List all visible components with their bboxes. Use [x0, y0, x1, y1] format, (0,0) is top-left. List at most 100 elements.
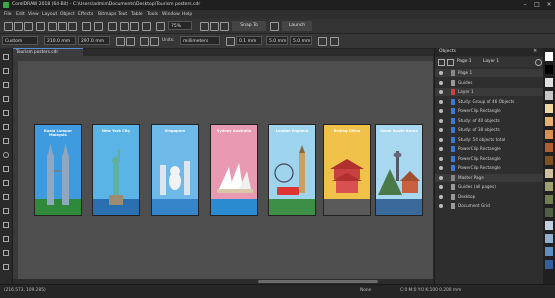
palette-swatch[interactable]	[545, 195, 553, 204]
scrollbar-thumb[interactable]	[258, 280, 378, 283]
poster-namsan-tower[interactable]: Seoul South Korea	[375, 124, 423, 216]
page-height-field[interactable]: 297.0 mm	[78, 36, 110, 45]
menu-text[interactable]: Text	[118, 12, 127, 17]
object-row[interactable]: Guides	[435, 79, 544, 87]
pick-tool-icon[interactable]	[3, 54, 9, 60]
menu-tools[interactable]: Tools	[147, 12, 158, 17]
minimize-icon[interactable]: –	[520, 1, 530, 9]
zoom-level-field[interactable]: 75%	[168, 21, 192, 30]
export-icon[interactable]	[130, 22, 139, 31]
poster-big-ben[interactable]: London England	[268, 124, 316, 216]
page-width-field[interactable]: 210.0 mm	[44, 36, 76, 45]
object-row[interactable]: Guides (all pages)	[435, 183, 544, 191]
object-group-row[interactable]: Page 1	[435, 69, 544, 77]
palette-swatch[interactable]	[545, 260, 553, 269]
layer-manager-icon[interactable]	[438, 59, 445, 66]
nudge-distance-field[interactable]: 0.1 mm	[236, 36, 262, 45]
artistic-media-icon[interactable]	[3, 124, 9, 130]
object-row[interactable]: Desktop	[435, 193, 544, 201]
poster-twin-towers[interactable]: Kuala Lumpur Malaysia	[34, 124, 82, 216]
units-select[interactable]: millimeters	[180, 36, 220, 45]
menu-object[interactable]: Object	[60, 12, 75, 17]
cut-icon[interactable]	[48, 22, 57, 31]
outline-indicator[interactable]: C:0 M:0 Y:0 K:100 0.200 mm	[400, 288, 461, 293]
palette-swatch[interactable]	[545, 247, 553, 256]
palette-swatch[interactable]	[545, 221, 553, 230]
visibility-eye-icon[interactable]	[439, 118, 443, 123]
visibility-eye-icon[interactable]	[439, 137, 443, 142]
docker-options-gear-icon[interactable]	[535, 59, 542, 66]
palette-swatch[interactable]	[545, 91, 553, 100]
parallel-dimension-icon[interactable]	[3, 194, 9, 200]
landscape-icon[interactable]	[126, 37, 135, 46]
maximize-icon[interactable]: □	[532, 1, 542, 9]
visibility-eye-icon[interactable]	[439, 147, 443, 151]
fill-indicator[interactable]: None	[360, 288, 371, 293]
connector-tool-icon[interactable]	[3, 208, 9, 214]
show-guidelines-icon[interactable]	[220, 22, 229, 31]
visibility-eye-icon[interactable]	[439, 109, 443, 113]
import-icon[interactable]	[120, 22, 129, 31]
show-grid-icon[interactable]	[210, 22, 219, 31]
palette-swatch[interactable]	[545, 78, 553, 87]
menu-help[interactable]: Help	[182, 12, 192, 17]
object-row[interactable]: PowerClip Rectangle	[435, 155, 544, 163]
print-icon[interactable]	[36, 22, 45, 31]
palette-swatch[interactable]	[545, 130, 553, 139]
snap-to-dropdown[interactable]: Snap To	[232, 21, 266, 31]
palette-swatch[interactable]	[545, 234, 553, 243]
publish-pdf-icon[interactable]	[142, 22, 151, 31]
poster-statue-of-liberty[interactable]: New York City	[92, 124, 140, 216]
palette-swatch[interactable]	[545, 52, 553, 61]
object-row[interactable]: PowerClip Rectangle	[435, 145, 544, 153]
menu-layout[interactable]: Layout	[42, 12, 57, 17]
object-row[interactable]: Study: of 38 objects	[435, 126, 544, 134]
object-group-row[interactable]: Master Page	[435, 173, 544, 182]
menu-file[interactable]: File	[4, 12, 12, 17]
page-size-select[interactable]: Custom	[2, 36, 38, 45]
redo-icon[interactable]	[94, 22, 103, 31]
poster-temple[interactable]: Beijing China	[323, 124, 371, 216]
object-row[interactable]: PowerClip Rectangle	[435, 164, 544, 172]
drop-shadow-icon[interactable]	[3, 222, 9, 228]
undo-icon[interactable]	[82, 22, 91, 31]
text-tool-icon[interactable]	[3, 180, 9, 186]
ellipse-tool-icon[interactable]	[3, 152, 9, 158]
visibility-eye-icon[interactable]	[439, 185, 443, 189]
freehand-tool-icon[interactable]	[3, 110, 9, 116]
palette-swatch[interactable]	[545, 117, 553, 126]
interactive-fill-icon[interactable]	[3, 264, 9, 270]
palette-swatch[interactable]	[545, 208, 553, 217]
visibility-eye-icon[interactable]	[439, 204, 443, 208]
visibility-eye-icon[interactable]	[439, 80, 443, 85]
shape-tool-icon[interactable]	[3, 68, 9, 74]
object-row[interactable]: Study: 54 objects total	[435, 136, 544, 144]
transparency-tool-icon[interactable]	[3, 236, 9, 242]
rectangle-tool-icon[interactable]	[3, 138, 9, 144]
menu-bitmaps[interactable]: Bitmaps	[98, 12, 116, 17]
polygon-tool-icon[interactable]	[3, 166, 9, 172]
poster-opera-house[interactable]: Sydney Australia	[210, 124, 258, 216]
object-row[interactable]: PowerClip Rectangle	[435, 107, 544, 115]
menu-view[interactable]: View	[28, 12, 39, 17]
object-row[interactable]: Study: of 40 objects	[435, 117, 544, 125]
all-pages-icon[interactable]	[140, 37, 149, 46]
palette-swatch[interactable]	[545, 65, 553, 74]
visibility-eye-icon[interactable]	[439, 128, 443, 132]
poster-merlion[interactable]: Singapore	[151, 124, 199, 216]
palette-swatch[interactable]	[545, 156, 553, 165]
menu-effects[interactable]: Effects	[78, 12, 93, 17]
search-content-icon[interactable]	[108, 22, 117, 31]
visibility-eye-icon[interactable]	[439, 166, 443, 170]
duplicate-y-field[interactable]: 5.0 mm	[290, 36, 312, 45]
menu-edit[interactable]: Edit	[16, 12, 25, 17]
duplicate-x-field[interactable]: 5.0 mm	[266, 36, 288, 45]
launch-dropdown[interactable]: Launch	[282, 21, 312, 31]
paste-icon[interactable]	[68, 22, 77, 31]
menu-window[interactable]: Window	[162, 12, 180, 17]
visibility-eye-icon[interactable]	[439, 156, 443, 161]
eyedropper-icon[interactable]	[3, 250, 9, 256]
palette-swatch[interactable]	[545, 169, 553, 178]
zoom-tool-icon[interactable]	[3, 96, 9, 102]
full-screen-icon[interactable]	[156, 22, 165, 31]
